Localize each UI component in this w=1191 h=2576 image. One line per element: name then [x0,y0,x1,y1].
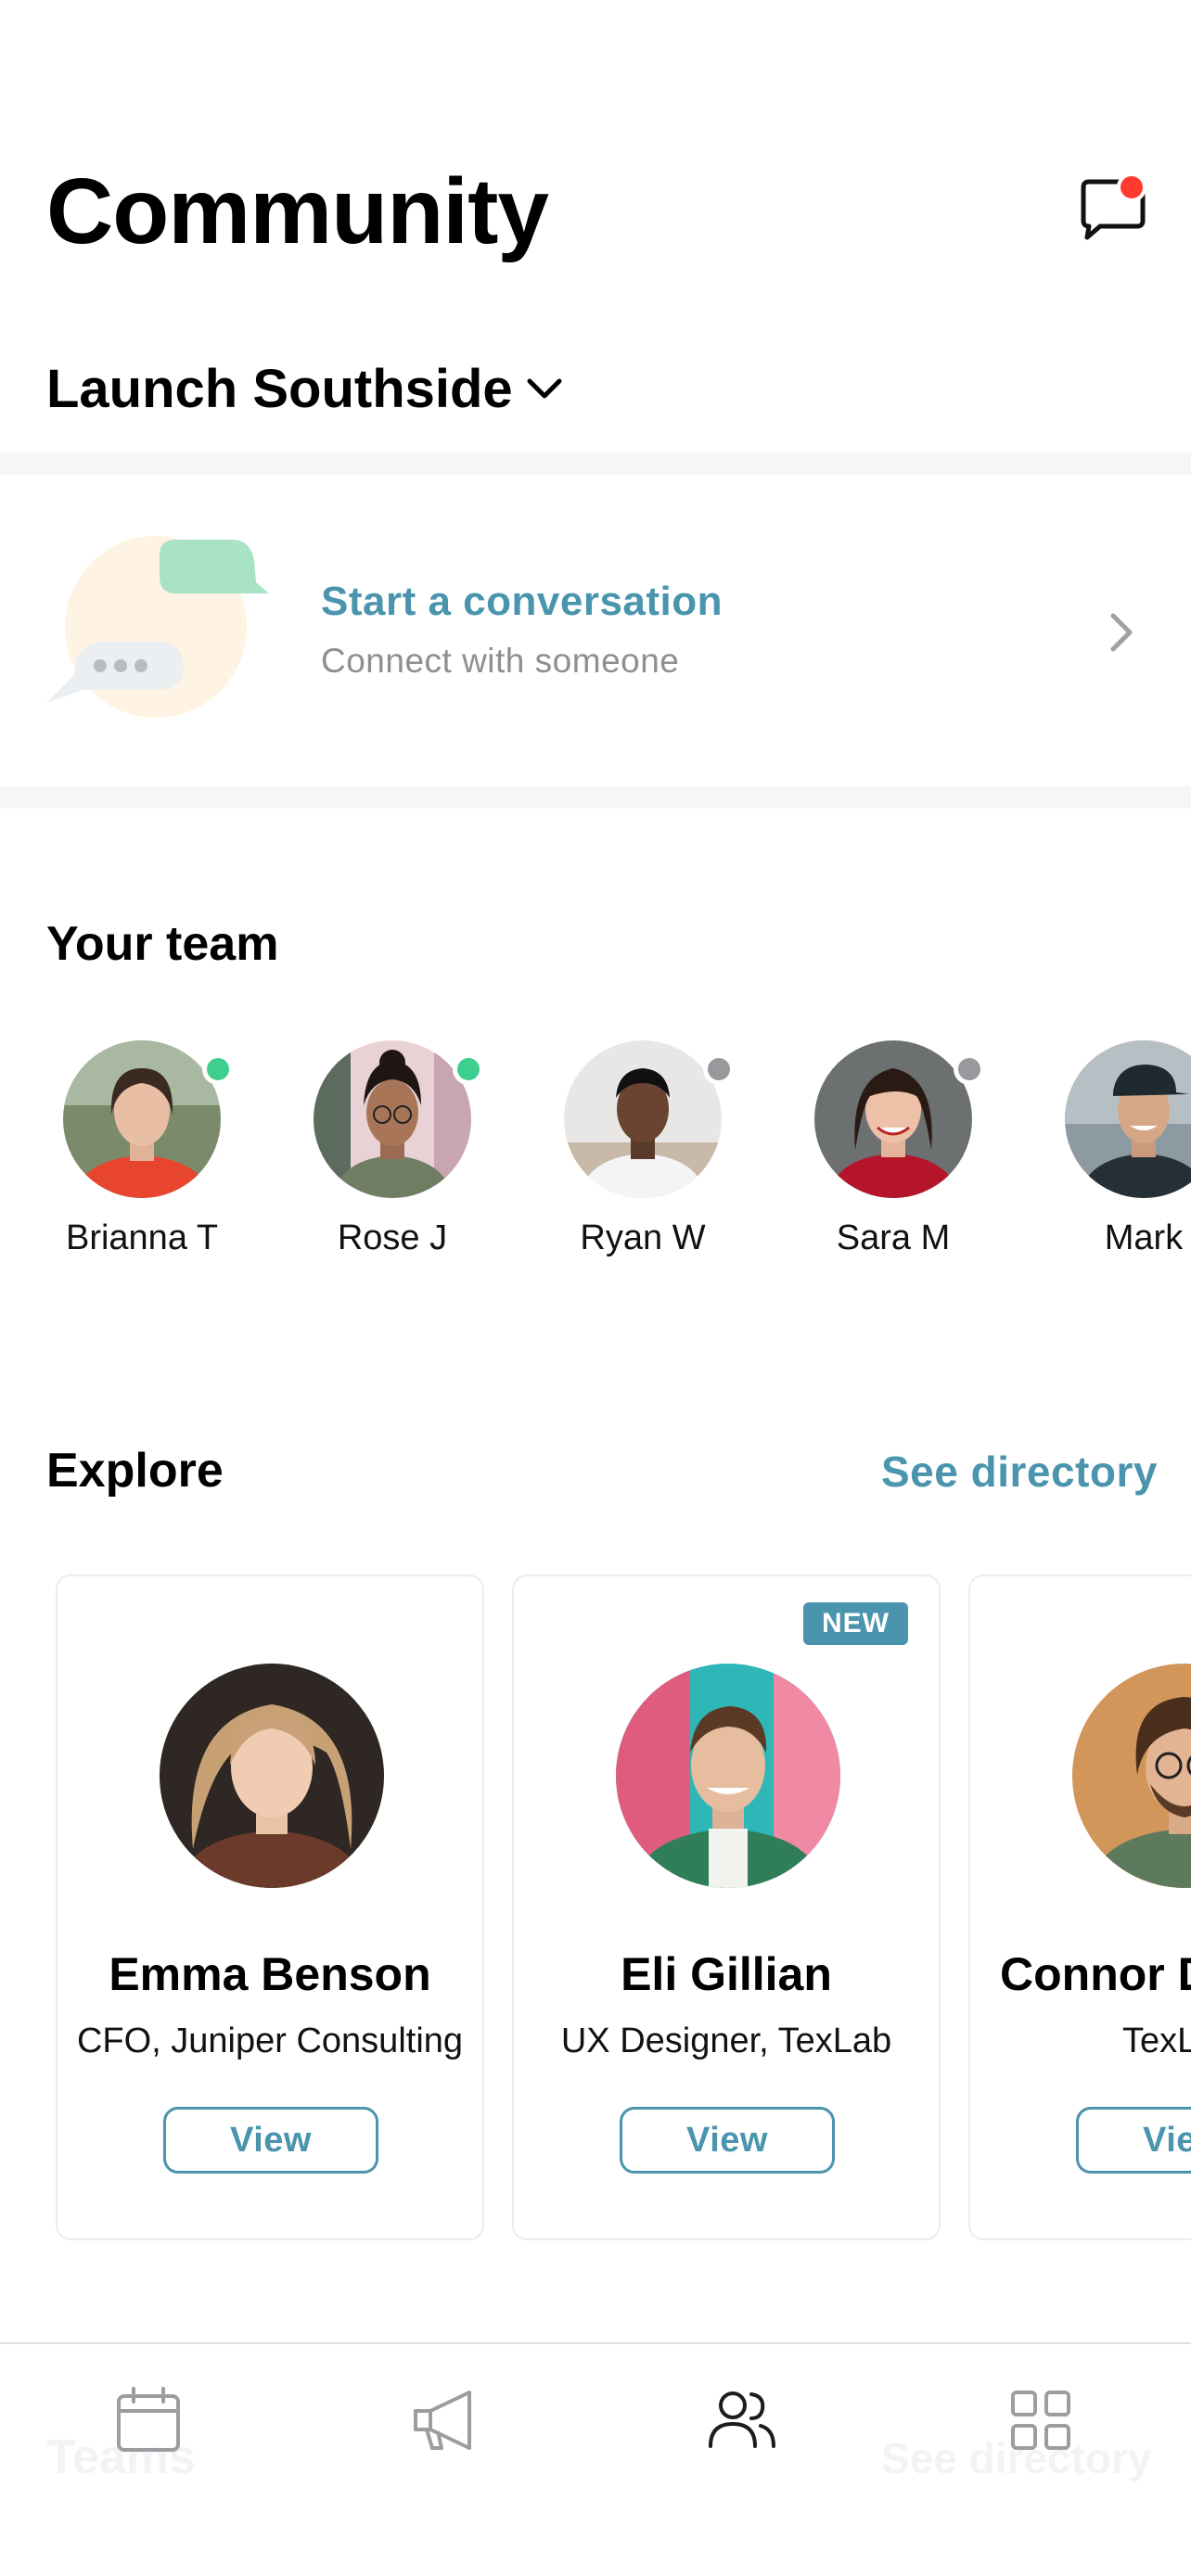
start-conversation-subtitle: Connect with someone [321,642,680,680]
avatar [314,1040,471,1198]
person-role: CFO, Juniper Consulting [76,2021,464,2060]
view-profile-button[interactable]: View [163,2107,378,2174]
see-directory-link[interactable]: See directory [881,1447,1158,1497]
team-member-name: Rose J [337,1218,448,1257]
avatar [1072,1664,1191,1888]
person-role: UX Designer, TexLab [560,2021,892,2060]
community-screen: Community Launch Southside Start a conve… [0,0,1191,2576]
view-profile-button[interactable]: View [620,2107,835,2174]
team-member-name: Brianna T [65,1218,219,1257]
megaphone-icon [414,2391,471,2450]
person-name: Eli Gillian [621,1948,832,2000]
tab-bar: Teams See directory [0,2342,1191,2576]
avatar [160,1664,384,1888]
offline-status-indicator [703,1053,735,1085]
conversation-illustration-icon [46,536,269,718]
organization-selector[interactable]: Launch Southside [46,356,565,421]
team-member[interactable]: Sara M [768,1040,991,1272]
explore-card[interactable]: Emma Benson CFO, Juniper Consulting View [56,1575,484,2240]
online-status-indicator [453,1053,484,1085]
start-conversation-row[interactable]: Start a conversation Connect with someon… [0,475,1191,786]
person-role: TexL [1122,2021,1191,2060]
page-title: Community [46,159,549,263]
explore-card[interactable]: Connor D TexL View [968,1575,1191,2240]
online-status-indicator [202,1053,234,1085]
offline-status-indicator [954,1053,985,1085]
view-profile-button[interactable]: View [1076,2107,1191,2174]
section-divider [0,786,1191,809]
person-name: Connor D [1000,1948,1191,2000]
explore-heading: Explore [46,1444,224,1498]
calendar-icon [117,2387,180,2452]
chevron-down-icon [527,378,562,399]
avatar [814,1040,972,1198]
explore-card[interactable]: NEW Eli Gillian UX Designer, TexLab View [512,1575,941,2240]
new-badge: NEW [803,1602,908,1645]
tab-more[interactable] [1004,2383,1078,2457]
avatar [616,1664,840,1888]
organization-name: Launch Southside [46,358,513,419]
people-icon [709,2391,775,2448]
tab-calendar[interactable] [111,2383,186,2457]
team-member[interactable]: Brianna T [17,1040,239,1272]
team-member[interactable]: Ryan W [518,1040,740,1272]
tab-announcements[interactable] [408,2383,482,2457]
your-team-heading: Your team [46,917,279,971]
team-member[interactable]: Mark [1018,1040,1191,1272]
team-member-name: Ryan W [580,1218,706,1257]
team-member-name: Mark [1104,1218,1184,1257]
grid-icon [1011,2391,1070,2450]
chevron-right-icon [1110,613,1133,652]
team-member-name: Sara M [836,1218,951,1257]
notification-dot [1117,172,1146,202]
person-name: Emma Benson [109,1948,431,2000]
tab-community[interactable] [705,2383,779,2457]
start-conversation-title: Start a conversation [321,579,724,624]
avatar [564,1040,722,1198]
avatar [1065,1040,1191,1198]
team-member[interactable]: Rose J [267,1040,490,1272]
avatar [63,1040,221,1198]
section-divider [0,453,1191,475]
